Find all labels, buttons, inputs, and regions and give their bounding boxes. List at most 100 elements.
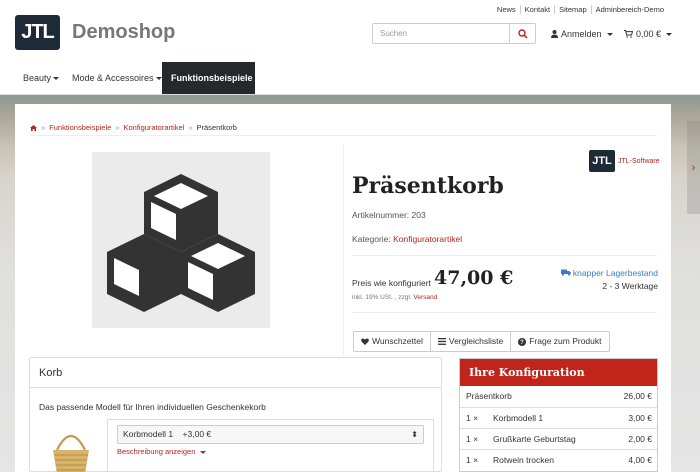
select-price: +3,00 € xyxy=(182,429,212,439)
compare-label: Vergleichsliste xyxy=(448,336,504,346)
product-actions: Wunschzettel Vergleichsliste ? Frage zum… xyxy=(353,331,610,352)
row-price: 3,00 € xyxy=(628,413,652,423)
configuration-panel: Ihre Konfiguration Präsentkorb 26,00 € 1… xyxy=(459,358,658,472)
list-icon xyxy=(437,338,446,345)
category-label: Kategorie: xyxy=(352,234,391,244)
korb-panel: Korb Das passende Modell für Ihren indiv… xyxy=(29,357,442,472)
nav-item-beauty[interactable]: Beauty xyxy=(14,62,68,94)
shipping-link[interactable]: Versand xyxy=(413,294,437,301)
search-button[interactable] xyxy=(509,24,535,43)
delivery-time: 2 - 3 Werktage xyxy=(602,281,658,291)
show-description-link[interactable]: Beschreibung anzeigen xyxy=(117,447,206,456)
product-category: Kategorie: Konfiguratorartikel xyxy=(352,234,462,244)
korb-panel-title: Korb xyxy=(30,358,441,388)
stock-status: knapper Lagerbestand xyxy=(560,268,658,278)
breadcrumb-current: Präsentkorb xyxy=(196,123,237,132)
cart-dropdown[interactable]: 0,00 € xyxy=(624,29,673,39)
korb-model-select[interactable]: Korbmodell 1 +3,00 € ⬍ xyxy=(117,425,424,444)
cubes-icon xyxy=(107,174,255,312)
shop-logo[interactable]: JTL xyxy=(15,15,60,50)
row-qty: 1 × xyxy=(466,455,479,465)
wishlist-button[interactable]: Wunschzettel xyxy=(354,332,430,351)
select-value: Korbmodell 1 xyxy=(123,429,174,439)
tax-text: inkl. 19% USt. , zzgl. xyxy=(352,294,412,301)
cart-total: 0,00 € xyxy=(636,29,662,39)
nav-item-funktionsbeispiele[interactable]: Funktionsbeispiele xyxy=(162,62,255,113)
manufacturer-logo: JTL xyxy=(589,150,615,172)
breadcrumb: » Funktionsbeispiele » Konfiguratorartik… xyxy=(30,123,237,132)
nav-item-mode[interactable]: Mode & Accessoires xyxy=(63,62,171,94)
row-qty: 1 × xyxy=(466,434,479,444)
top-link-kontakt[interactable]: Kontakt xyxy=(519,5,554,14)
configuration-row: 1 × Grußkarte Geburtstag 2,00 € xyxy=(460,428,657,449)
cart-icon xyxy=(624,30,633,38)
product-image[interactable] xyxy=(92,152,270,328)
top-link-news[interactable]: News xyxy=(493,5,520,14)
divider xyxy=(30,135,657,136)
manufacturer-link[interactable]: JTL-Software xyxy=(618,158,660,165)
basket-image[interactable] xyxy=(48,430,94,472)
shop-name[interactable]: Demoshop xyxy=(72,21,175,44)
breadcrumb-separator: » xyxy=(188,123,193,132)
korb-description: Das passende Modell für Ihren individuel… xyxy=(39,402,266,412)
row-qty: 1 × xyxy=(466,413,479,423)
top-links: News Kontakt Sitemap Adminbereich-Demo xyxy=(493,5,668,14)
breadcrumb-link[interactable]: Konfiguratorartikel xyxy=(123,123,184,132)
configuration-row: 1 × Korbmodell 1 3,00 € xyxy=(460,407,657,428)
configuration-row: 1 × Rotwein trocken 4,00 € xyxy=(460,449,657,470)
row-name: Präsentkorb xyxy=(466,391,512,401)
tax-note: inkl. 19% USt. , zzgl. Versand xyxy=(352,294,437,301)
top-header: News Kontakt Sitemap Adminbereich-Demo J… xyxy=(0,0,700,60)
question-button[interactable]: ? Frage zum Produkt xyxy=(510,332,608,351)
nav-item-label: Beauty xyxy=(23,73,52,83)
search-input[interactable] xyxy=(373,24,509,43)
row-name: Rotwein trocken xyxy=(493,455,554,465)
category-link[interactable]: Konfiguratorartikel xyxy=(393,234,462,244)
top-link-admin[interactable]: Adminbereich-Demo xyxy=(590,5,668,14)
divider xyxy=(352,255,657,256)
breadcrumb-separator: » xyxy=(41,123,46,132)
wishlist-label: Wunschzettel xyxy=(372,336,423,346)
user-icon xyxy=(551,30,558,38)
chevron-down-icon xyxy=(199,450,206,454)
svg-text:?: ? xyxy=(520,340,524,346)
login-label: Anmelden xyxy=(561,29,602,39)
row-price: 2,00 € xyxy=(628,434,652,444)
product-price: 47,00 € xyxy=(434,267,514,289)
top-link-sitemap[interactable]: Sitemap xyxy=(554,5,591,14)
show-description-label: Beschreibung anzeigen xyxy=(117,447,196,456)
nav-item-label: Funktionsbeispiele xyxy=(171,73,253,83)
search-form xyxy=(372,23,536,44)
question-label: Frage zum Produkt xyxy=(529,336,602,346)
breadcrumb-link[interactable]: Funktionsbeispiele xyxy=(49,123,111,132)
chevron-updown-icon: ⬍ xyxy=(411,430,418,439)
chevron-down-icon xyxy=(53,77,60,81)
row-price: 26,00 € xyxy=(623,391,652,401)
chevron-down-icon xyxy=(606,32,613,36)
main-nav: Beauty Mode & Accessoires Funktionsbeisp… xyxy=(0,62,700,113)
price-label: Preis wie konfiguriert xyxy=(352,278,431,288)
home-icon[interactable] xyxy=(30,124,37,131)
compare-button[interactable]: Vergleichsliste xyxy=(429,332,510,351)
manufacturer[interactable]: JTL JTL-Software xyxy=(589,150,660,172)
product-title: Präsentkorb xyxy=(352,173,504,199)
configuration-title: Ihre Konfiguration xyxy=(460,359,657,386)
nav-item-label: Mode & Accessoires xyxy=(72,73,154,83)
search-icon xyxy=(517,28,528,39)
divider xyxy=(352,312,657,313)
heart-icon xyxy=(361,338,369,345)
configuration-base-row: Präsentkorb 26,00 € xyxy=(460,386,657,407)
chevron-down-icon xyxy=(155,77,162,81)
stock-label: knapper Lagerbestand xyxy=(572,268,658,278)
breadcrumb-separator: » xyxy=(115,123,120,132)
article-number: Artikelnummer: 203 xyxy=(352,210,426,220)
carousel-next-button[interactable]: › xyxy=(687,121,700,214)
question-icon: ? xyxy=(518,337,527,346)
row-name: Grußkarte Geburtstag xyxy=(493,434,576,444)
truck-icon xyxy=(560,269,571,276)
row-price: 4,00 € xyxy=(628,455,652,465)
chevron-right-icon: › xyxy=(691,161,696,174)
login-dropdown[interactable]: Anmelden xyxy=(551,29,613,39)
chevron-down-icon xyxy=(666,32,673,36)
divider xyxy=(343,145,344,355)
